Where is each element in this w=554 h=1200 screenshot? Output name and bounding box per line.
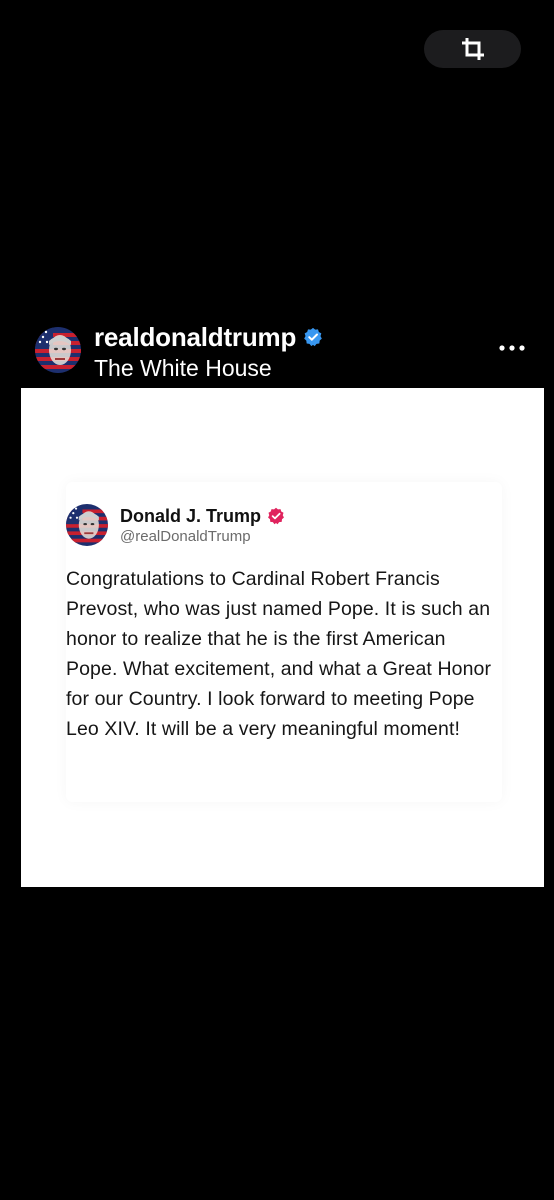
crop-button[interactable] (424, 30, 521, 68)
tweet-card: Donald J. Trump @realDonaldTrump Congrat… (66, 482, 502, 802)
post-location-subtitle[interactable]: The White House (94, 355, 272, 382)
tweet-avatar (66, 504, 108, 546)
verified-badge-icon (303, 327, 323, 347)
verified-badge-icon (267, 507, 285, 525)
crop-icon (461, 38, 484, 60)
username[interactable]: realdonaldtrump (94, 322, 296, 353)
flag-portrait-avatar-image (66, 504, 108, 546)
more-options-icon (499, 345, 525, 351)
post-header: realdonaldtrump The White House (0, 320, 554, 386)
flag-portrait-avatar-image (35, 327, 81, 373)
more-options-button[interactable] (496, 338, 528, 358)
tweet-author-name: Donald J. Trump (120, 505, 262, 526)
tweet-author-handle: @realDonaldTrump (120, 528, 251, 545)
post-image[interactable]: Donald J. Trump @realDonaldTrump Congrat… (21, 388, 544, 887)
tweet-text: Congratulations to Cardinal Robert Franc… (66, 568, 492, 740)
avatar[interactable] (35, 327, 81, 373)
